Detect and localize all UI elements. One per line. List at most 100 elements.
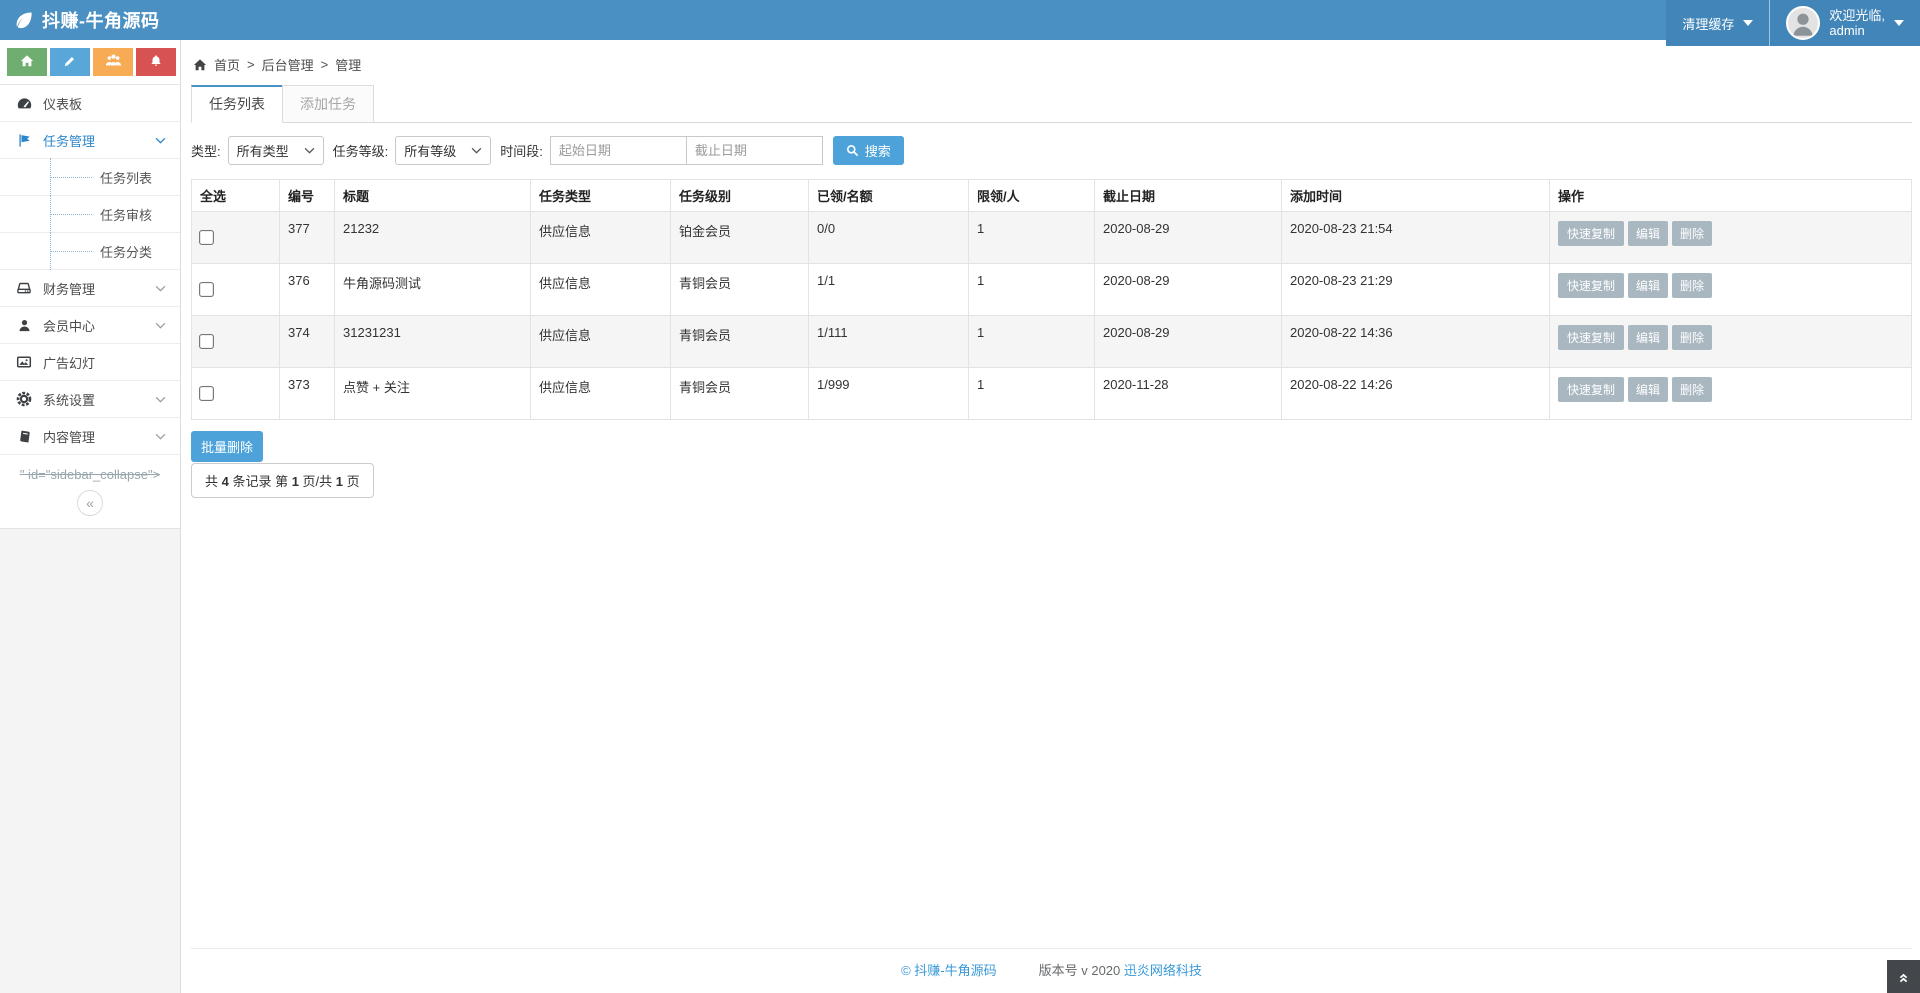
cell-type: 供应信息 (531, 212, 671, 264)
breadcrumb-separator: > (321, 57, 329, 72)
edit-button[interactable]: 编辑 (1628, 325, 1668, 350)
pagination-text: 页 (343, 474, 360, 489)
cell-limit: 1 (969, 316, 1095, 368)
row-actions-cell: 快速复制编辑删除 (1550, 316, 1912, 368)
quick-copy-button[interactable]: 快速复制 (1558, 377, 1624, 402)
sidebar-item-task-audit[interactable]: 任务审核 (0, 196, 180, 233)
edit-button[interactable]: 编辑 (1628, 377, 1668, 402)
pencil-quick-button[interactable] (50, 48, 90, 76)
row-checkbox[interactable] (199, 386, 214, 401)
quick-copy-button[interactable]: 快速复制 (1558, 273, 1624, 298)
cell-title: 点赞 + 关注 (335, 368, 531, 420)
pagination-number: 4 (222, 474, 229, 489)
cell-added: 2020-08-22 14:26 (1282, 368, 1550, 420)
cell-id: 373 (280, 368, 335, 420)
footer-brand-link[interactable]: © 抖赚-牛角源码 (901, 960, 997, 979)
clear-cache-dropdown[interactable]: 清理缓存 (1666, 0, 1769, 46)
sidebar-item-dashboard[interactable]: 仪表板 (0, 85, 180, 122)
tab-task-list[interactable]: 任务列表 (191, 85, 283, 123)
end-date-input[interactable] (686, 136, 823, 165)
users-quick-button[interactable] (93, 48, 133, 76)
type-select[interactable]: 所有类型 (228, 136, 324, 165)
drive-icon (14, 280, 34, 296)
cell-limit: 1 (969, 368, 1095, 420)
top-header: 抖赚-牛角源码 清理缓存 欢迎光临, admin (0, 0, 1920, 40)
breadcrumb-separator: > (247, 57, 255, 72)
sidebar-item-label: 内容管理 (43, 427, 95, 446)
delete-button[interactable]: 删除 (1672, 325, 1712, 350)
cell-added: 2020-08-22 14:36 (1282, 316, 1550, 368)
row-checkbox[interactable] (199, 282, 214, 297)
bell-icon (149, 54, 163, 71)
edit-button[interactable]: 编辑 (1628, 221, 1668, 246)
sidebar-item-task-manage[interactable]: 任务管理 (0, 122, 180, 159)
quick-copy-button[interactable]: 快速复制 (1558, 325, 1624, 350)
sidebar-item-finance[interactable]: 财务管理 (0, 270, 180, 307)
start-date-input[interactable] (550, 136, 687, 165)
cell-type: 供应信息 (531, 264, 671, 316)
level-select-value: 所有等级 (404, 141, 456, 160)
search-icon (846, 144, 859, 157)
tab-add-task[interactable]: 添加任务 (282, 85, 374, 122)
search-button[interactable]: 搜索 (833, 136, 904, 165)
breadcrumb-backend[interactable]: 后台管理 (262, 55, 314, 74)
row-checkbox[interactable] (199, 230, 214, 245)
footer-company-link[interactable]: 迅炎网络科技 (1124, 963, 1202, 978)
sidebar-item-label: 任务列表 (100, 168, 152, 187)
home-quick-button[interactable] (7, 48, 47, 76)
time-range-label: 时间段: (500, 141, 543, 160)
tab-bar: 任务列表 添加任务 (191, 85, 1912, 123)
sidebar-item-content-manage[interactable]: 内容管理 (0, 418, 180, 455)
column-header: 已领/名额 (809, 180, 969, 212)
row-checkbox[interactable] (199, 334, 214, 349)
column-header: 添加时间 (1282, 180, 1550, 212)
bell-quick-button[interactable] (136, 48, 176, 76)
gear-icon (14, 391, 34, 407)
chevron-down-icon (155, 285, 166, 292)
delete-button[interactable]: 删除 (1672, 377, 1712, 402)
chevron-down-icon (155, 396, 166, 403)
row-actions-cell: 快速复制编辑删除 (1550, 212, 1912, 264)
table-body: 37721232供应信息铂金会员0/012020-08-292020-08-23… (192, 212, 1912, 420)
sidebar-item-label: 任务管理 (43, 131, 95, 150)
cell-deadline: 2020-11-28 (1095, 368, 1282, 420)
chevron-down-icon (155, 322, 166, 329)
footer-version-block: 版本号 v 2020 迅炎网络科技 (1039, 960, 1202, 979)
level-filter-label: 任务等级: (333, 141, 389, 160)
sidebar-item-label: 财务管理 (43, 279, 95, 298)
table-header-row: 全选编号标题任务类型任务级别已领/名额限领/人截止日期添加时间操作 (192, 180, 1912, 212)
cell-added: 2020-08-23 21:29 (1282, 264, 1550, 316)
level-select[interactable]: 所有等级 (395, 136, 491, 165)
bulk-delete-button[interactable]: 批量删除 (191, 431, 263, 462)
bulk-actions: 批量删除 (191, 431, 1912, 462)
app-root: 抖赚-牛角源码 清理缓存 欢迎光临, admin 仪表板任务管理任务列表任务审核… (0, 0, 1920, 993)
back-to-top-button[interactable] (1887, 960, 1920, 993)
cell-title: 牛角源码测试 (335, 264, 531, 316)
column-header: 任务级别 (671, 180, 809, 212)
user-menu[interactable]: 欢迎光临, admin (1770, 0, 1920, 46)
sidebar-item-label: 任务审核 (100, 205, 152, 224)
cell-level: 青铜会员 (671, 264, 809, 316)
edit-button[interactable]: 编辑 (1628, 273, 1668, 298)
breadcrumb: 首页 > 后台管理 > 管理 (193, 55, 1912, 74)
header-right: 清理缓存 欢迎光临, admin (1666, 0, 1920, 46)
cell-claimed: 0/0 (809, 212, 969, 264)
cell-claimed: 1/999 (809, 368, 969, 420)
delete-button[interactable]: 删除 (1672, 221, 1712, 246)
main-content: 首页 > 后台管理 > 管理 任务列表 添加任务 类型: 所有类型 任务等级: … (181, 40, 1920, 993)
breadcrumb-home[interactable]: 首页 (214, 55, 240, 74)
sidebar-item-ad-slides[interactable]: 广告幻灯 (0, 344, 180, 381)
quick-copy-button[interactable]: 快速复制 (1558, 221, 1624, 246)
sidebar-item-system-settings[interactable]: 系统设置 (0, 381, 180, 418)
sidebar-collapse-button[interactable]: « (77, 490, 103, 516)
cell-title: 21232 (335, 212, 531, 264)
sidebar-item-member-center[interactable]: 会员中心 (0, 307, 180, 344)
delete-button[interactable]: 删除 (1672, 273, 1712, 298)
sidebar-item-task-list[interactable]: 任务列表 (0, 159, 180, 196)
sidebar-item-task-category[interactable]: 任务分类 (0, 233, 180, 270)
sidebar-item-label: 系统设置 (43, 390, 95, 409)
home-icon (20, 54, 34, 71)
sidebar: 仪表板任务管理任务列表任务审核任务分类财务管理会员中心广告幻灯系统设置内容管理 … (0, 40, 181, 993)
table-row: 37721232供应信息铂金会员0/012020-08-292020-08-23… (192, 212, 1912, 264)
type-filter-label: 类型: (191, 141, 221, 160)
